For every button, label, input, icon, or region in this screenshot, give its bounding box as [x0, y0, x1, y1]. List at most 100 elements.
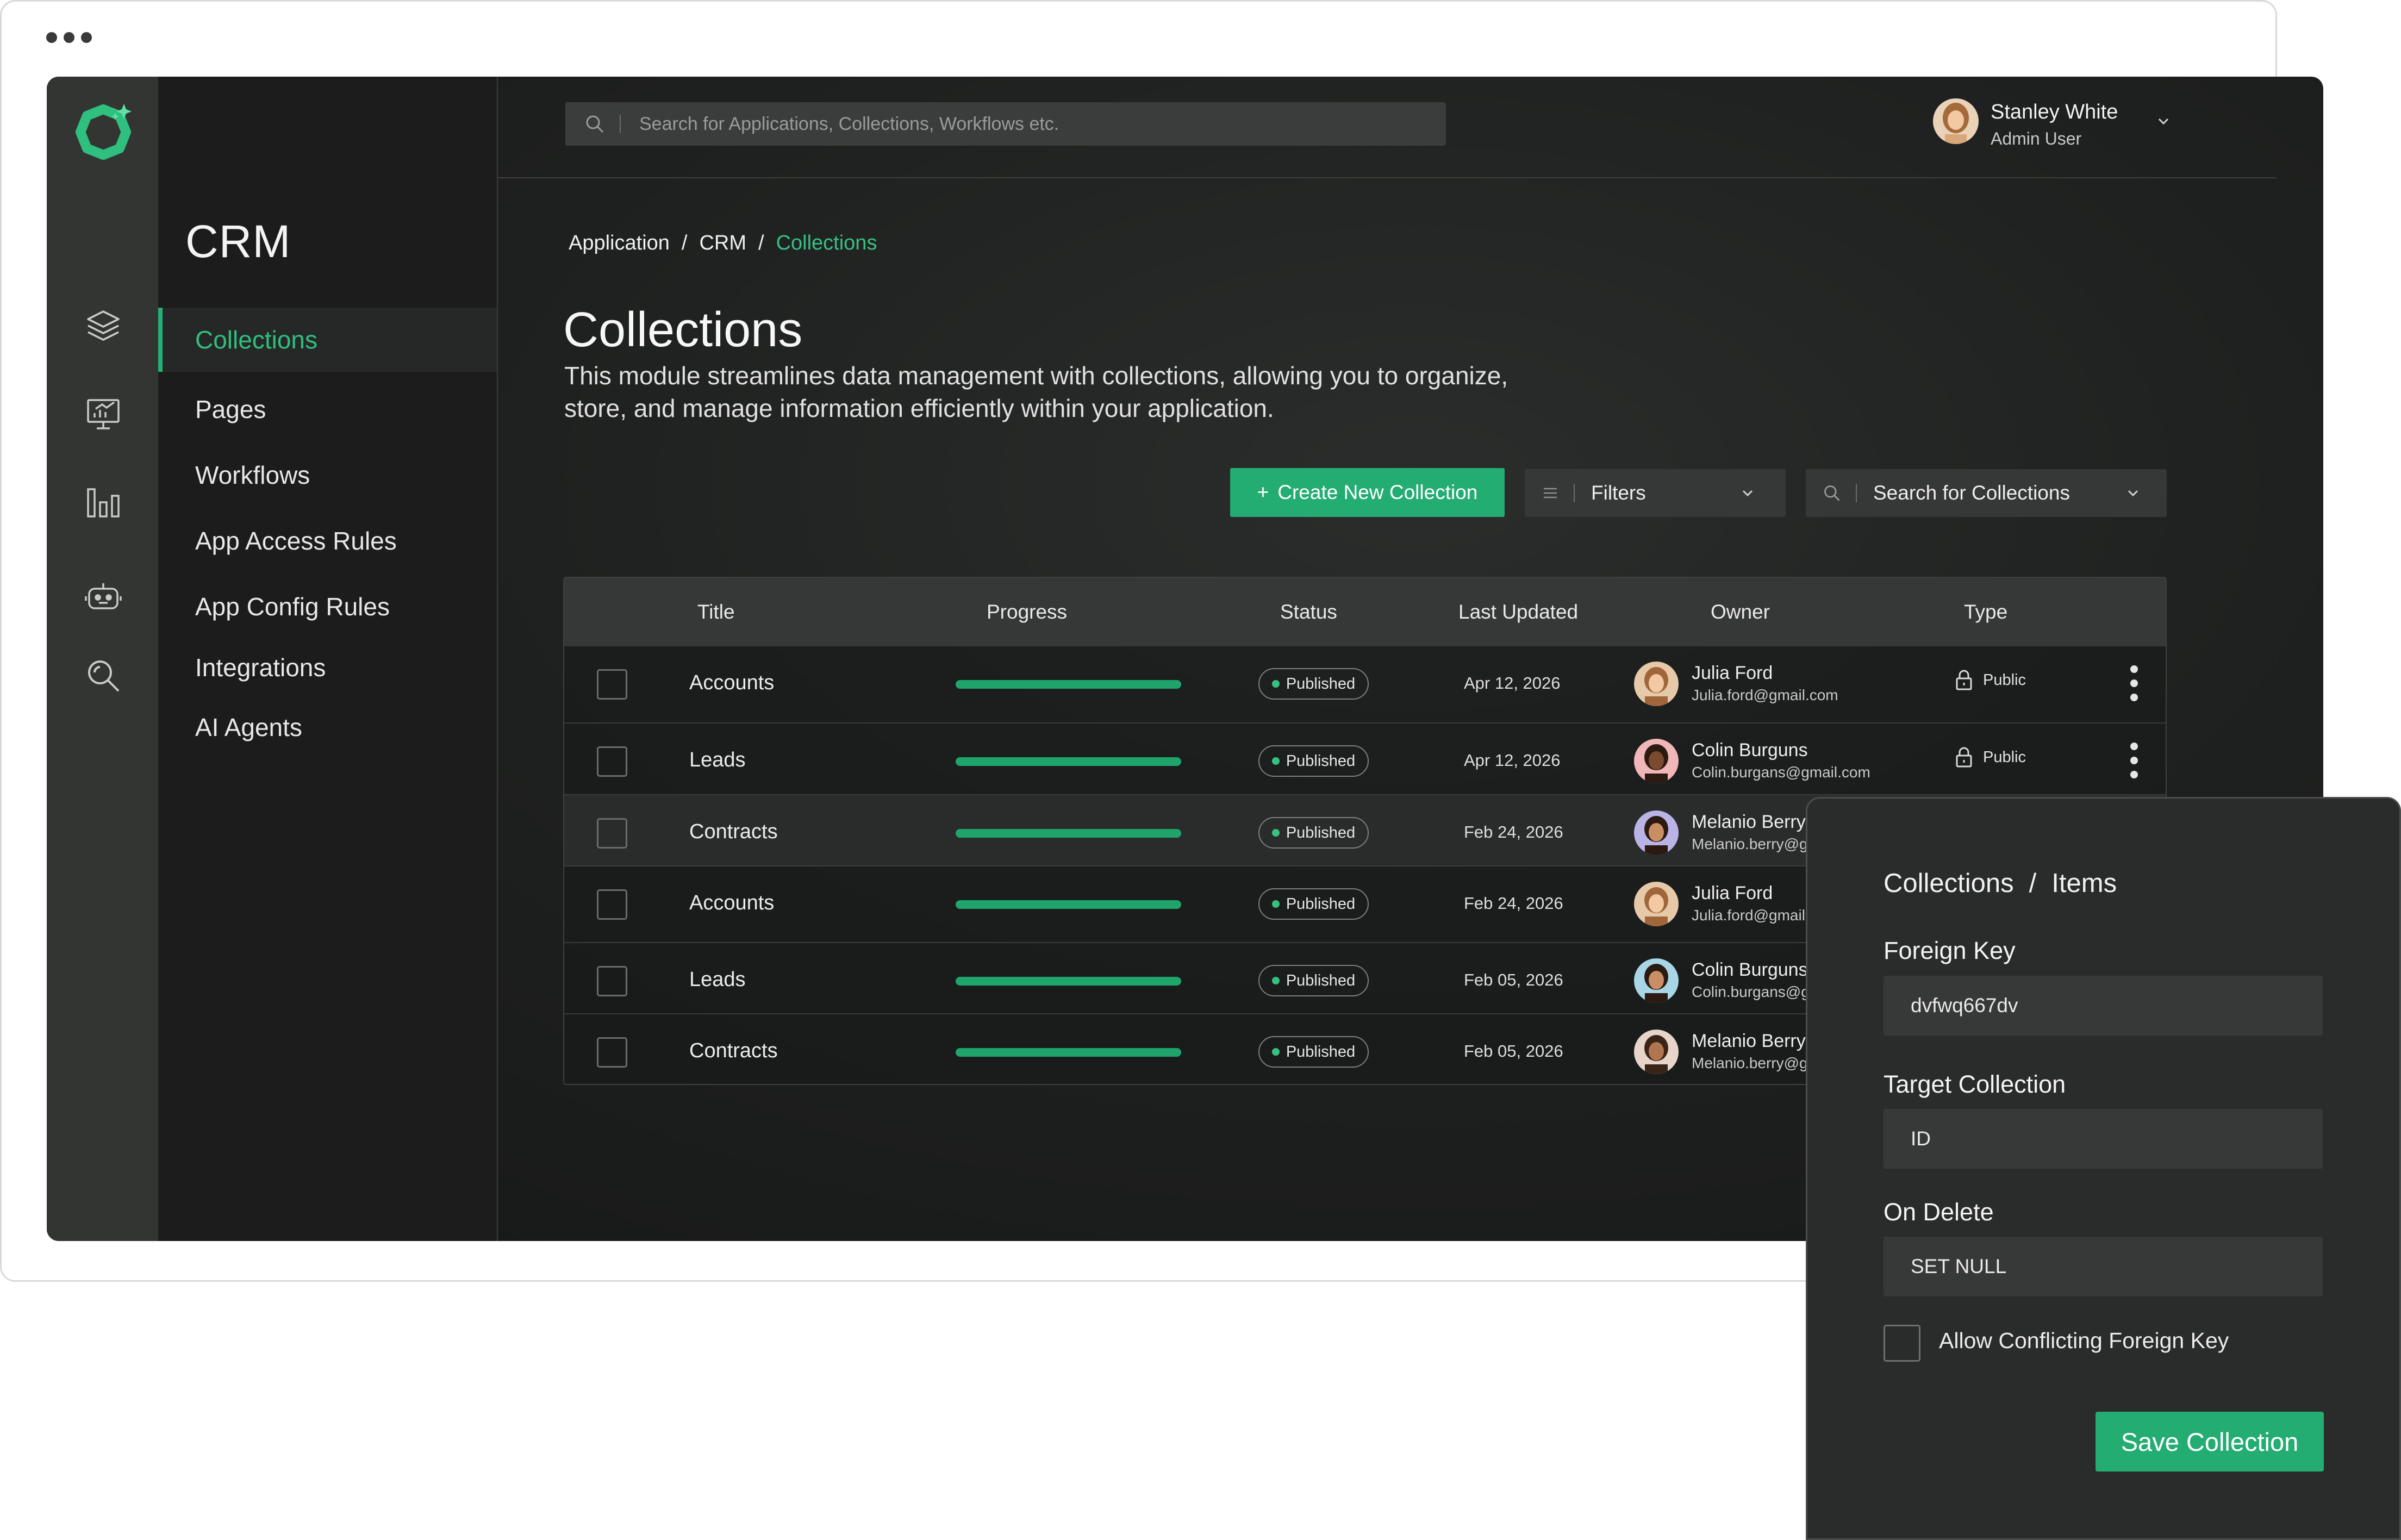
target-collection-field[interactable]: ID — [1884, 1109, 2323, 1169]
progress-bar — [956, 757, 1181, 766]
user-role: Admin User — [1991, 129, 2082, 148]
breadcrumb-crm[interactable]: CRM — [699, 232, 746, 255]
more-vertical-icon[interactable] — [2129, 664, 2140, 703]
allow-conflicting-label: Allow Conflicting Foreign Key — [1939, 1328, 2229, 1353]
save-collection-button[interactable]: Save Collection — [2096, 1412, 2324, 1472]
avatar — [1634, 739, 1679, 783]
chevron-down-icon[interactable] — [2153, 110, 2174, 132]
avatar — [1634, 662, 1679, 706]
cell-title: Contracts — [689, 820, 778, 843]
breadcrumb: Application / CRM / Collections — [569, 232, 877, 255]
table-header: Title Progress Status Last Updated Owner… — [564, 578, 2166, 646]
user-menu[interactable]: Stanley White Admin User — [1933, 98, 2169, 148]
search-icon — [586, 115, 604, 133]
on-delete-field[interactable]: SET NULL — [1884, 1237, 2323, 1296]
type-cell: Public — [1955, 669, 2026, 691]
collection-search-label: Search for Collections — [1873, 482, 2070, 504]
column-header-owner: Owner — [1711, 601, 1770, 623]
panel-breadcrumb: Collections / Items — [1884, 868, 2117, 899]
sidebar-item-label: App Config Rules — [195, 593, 390, 621]
status-badge: Published — [1258, 668, 1369, 700]
avatar — [1634, 958, 1679, 1003]
status-dot-icon — [1271, 1048, 1280, 1056]
lock-icon — [1956, 670, 1972, 690]
status-badge: Published — [1258, 817, 1369, 849]
module-title: CRM — [185, 216, 291, 267]
breadcrumb-separator: / — [2029, 869, 2037, 898]
filter-lines-icon — [1544, 488, 1557, 498]
more-vertical-icon[interactable] — [2129, 741, 2140, 780]
sidebar-item-integrations[interactable]: Integrations — [158, 635, 497, 700]
progress-bar — [956, 1048, 1181, 1057]
global-search-input[interactable]: Search for Applications, Collections, Wo… — [565, 102, 1446, 146]
status-badge: Published — [1258, 1036, 1369, 1068]
panel-breadcrumb-items: Items — [2051, 869, 2117, 898]
owner-email: Melanio.berry@gr — [1692, 836, 1813, 852]
search-icon[interactable] — [84, 656, 123, 695]
row-checkbox[interactable] — [597, 1037, 627, 1068]
owner-email: Melanio.berry@gr — [1692, 1055, 1813, 1071]
layers-icon[interactable] — [84, 306, 123, 345]
status-badge: Published — [1258, 888, 1369, 920]
avatar — [1634, 810, 1679, 855]
sidebar-item-label: Workflows — [195, 461, 310, 489]
status-badge: Published — [1258, 965, 1369, 996]
progress-bar — [956, 829, 1181, 838]
row-checkbox[interactable] — [597, 889, 627, 920]
column-header-last-updated: Last Updated — [1458, 601, 1579, 623]
column-header-title: Title — [697, 601, 735, 623]
cell-last-updated: Apr 12, 2026 — [1464, 751, 1561, 770]
row-checkbox[interactable] — [597, 966, 627, 996]
icon-rail — [47, 77, 158, 1241]
status-label: Published — [1286, 675, 1356, 693]
row-checkbox[interactable] — [597, 746, 627, 777]
window-menu-dots[interactable] — [46, 32, 92, 43]
row-checkbox[interactable] — [597, 818, 627, 849]
row-checkbox[interactable] — [597, 669, 627, 700]
foreign-key-panel: Collections / Items Foreign Key dvfwq667… — [1806, 797, 2401, 1540]
status-dot-icon — [1271, 680, 1280, 688]
sidebar-item-app-access-rules[interactable]: App Access Rules — [158, 509, 497, 573]
robot-icon[interactable] — [84, 578, 123, 617]
presentation-chart-icon[interactable] — [84, 395, 123, 434]
breadcrumb-collections: Collections — [776, 232, 877, 254]
status-badge: Published — [1258, 745, 1369, 777]
collection-search-dropdown[interactable]: Search for Collections — [1806, 469, 2167, 517]
breadcrumb-application[interactable]: Application — [569, 232, 670, 255]
sidebar-item-label: App Access Rules — [195, 527, 397, 555]
sidebar-item-collections[interactable]: Collections — [158, 308, 497, 372]
status-label: Published — [1286, 824, 1356, 841]
sidebar-item-label: Pages — [195, 395, 266, 423]
owner-email: Colin.burgans@gm — [1692, 983, 1823, 1000]
foreign-key-label: Foreign Key — [1884, 937, 2016, 964]
page-description: This module streamlines data management … — [564, 361, 1508, 422]
owner-name: Julia Ford — [1692, 883, 1773, 903]
sidebar-item-pages[interactable]: Pages — [158, 377, 497, 441]
sidebar-item-workflows[interactable]: Workflows — [158, 443, 497, 507]
cell-title: Accounts — [689, 671, 775, 694]
filters-dropdown[interactable]: Filters — [1525, 469, 1786, 517]
cell-last-updated: Feb 05, 2026 — [1464, 970, 1563, 989]
page-title: Collections — [563, 303, 803, 357]
lock-icon — [1956, 747, 1972, 768]
status-label: Published — [1286, 971, 1356, 989]
target-collection-label: Target Collection — [1884, 1070, 2066, 1098]
user-name: Stanley White — [1991, 101, 2118, 123]
owner-name: Melanio Berry — [1692, 1031, 1806, 1051]
search-icon — [1824, 485, 1840, 501]
progress-bar — [956, 900, 1181, 909]
panel-breadcrumb-collections[interactable]: Collections — [1884, 868, 2014, 899]
status-label: Published — [1286, 752, 1356, 770]
table-row[interactable]: Leads Published Apr 12, 2026 Colin Burguns C… — [564, 722, 2166, 794]
chevron-down-icon — [1742, 490, 1753, 497]
sidebar-item-label: Integrations — [195, 653, 326, 682]
bar-chart-icon[interactable] — [84, 483, 123, 522]
plus-icon: + — [1257, 481, 1269, 503]
sidebar-item-ai-agents[interactable]: AI Agents — [158, 695, 497, 759]
cell-last-updated: Apr 12, 2026 — [1464, 674, 1561, 693]
sidebar-item-app-config-rules[interactable]: App Config Rules — [158, 575, 497, 639]
allow-conflicting-checkbox[interactable] — [1884, 1325, 1920, 1362]
table-row[interactable]: Accounts Published Apr 12, 2026 Julia Ford J… — [564, 646, 2166, 718]
create-collection-button[interactable]: + Create New Collection — [1230, 468, 1505, 517]
foreign-key-field[interactable]: dvfwq667dv — [1884, 976, 2323, 1036]
